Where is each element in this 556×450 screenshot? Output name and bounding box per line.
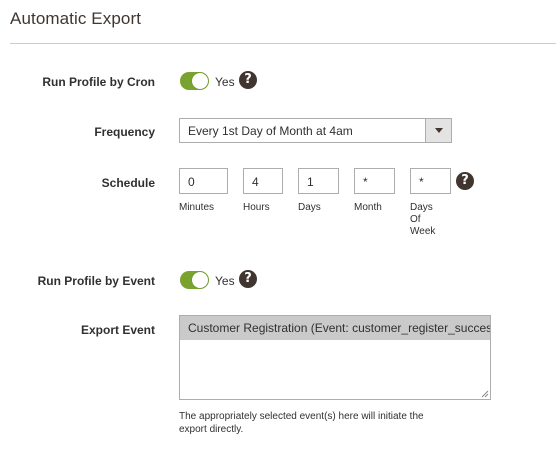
select-arrow-box (425, 119, 451, 142)
frequency-label: Frequency (94, 125, 155, 139)
run-cron-toggle-text: Yes (215, 75, 235, 89)
frequency-select[interactable]: Every 1st Day of Month at 4am (179, 118, 452, 143)
days-caption: Days (298, 202, 321, 213)
run-event-label: Run Profile by Event (37, 274, 155, 288)
question-circle-icon[interactable]: ? (239, 270, 257, 288)
run-event-toggle[interactable] (180, 271, 209, 289)
section-divider (10, 43, 556, 44)
export-event-multiselect[interactable]: Customer Registration (Event: customer_r… (179, 315, 491, 400)
question-circle-icon[interactable]: ? (456, 172, 474, 190)
run-event-toggle-text: Yes (215, 274, 235, 288)
export-event-note: The appropriately selected event(s) here… (179, 411, 424, 435)
chevron-down-icon (435, 128, 443, 133)
export-event-option[interactable]: Customer Registration (Event: customer_r… (180, 316, 490, 340)
question-circle-icon[interactable]: ? (239, 71, 257, 89)
hours-caption: Hours (243, 202, 270, 213)
month-caption: Month (354, 202, 382, 213)
minutes-caption: Minutes (179, 202, 215, 213)
days-of-week-caption: Days Of Week (410, 202, 436, 237)
days-of-week-input[interactable]: * (410, 168, 451, 194)
frequency-select-value: Every 1st Day of Month at 4am (188, 124, 353, 138)
run-cron-toggle[interactable] (180, 72, 209, 90)
month-input[interactable]: * (354, 168, 395, 194)
minutes-input[interactable]: 0 (179, 168, 228, 194)
section-title: Automatic Export (10, 9, 142, 28)
hours-input[interactable]: 4 (243, 168, 283, 194)
resize-grip-icon[interactable] (481, 390, 489, 398)
days-input[interactable]: 1 (298, 168, 339, 194)
run-cron-label: Run Profile by Cron (42, 75, 155, 89)
export-event-label: Export Event (80, 323, 155, 337)
toggle-knob (192, 73, 208, 89)
toggle-knob (192, 272, 208, 288)
schedule-label: Schedule (101, 176, 155, 190)
